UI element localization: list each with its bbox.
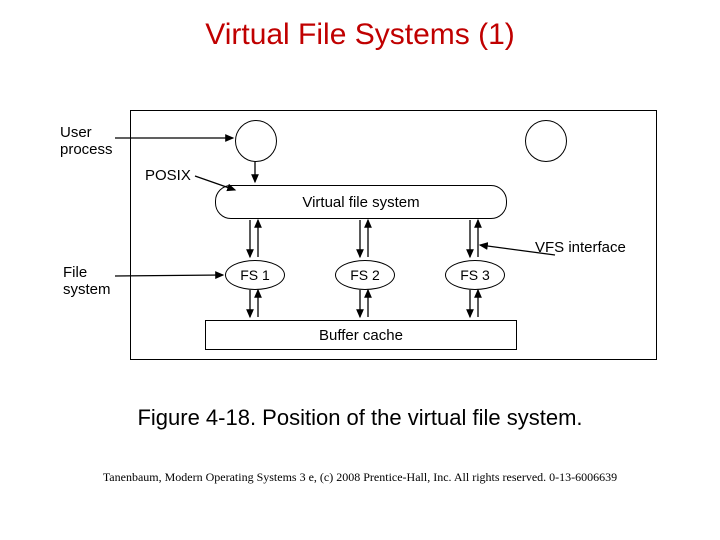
copyright-footer: Tanenbaum, Modern Operating Systems 3 e,… (0, 470, 720, 485)
figure-caption: Figure 4-18. Position of the virtual fil… (0, 405, 720, 431)
diagram-arrows (65, 110, 655, 360)
page-title: Virtual File Systems (1) (0, 0, 720, 52)
vfs-diagram: User process POSIX VFS interface File sy… (65, 110, 655, 360)
